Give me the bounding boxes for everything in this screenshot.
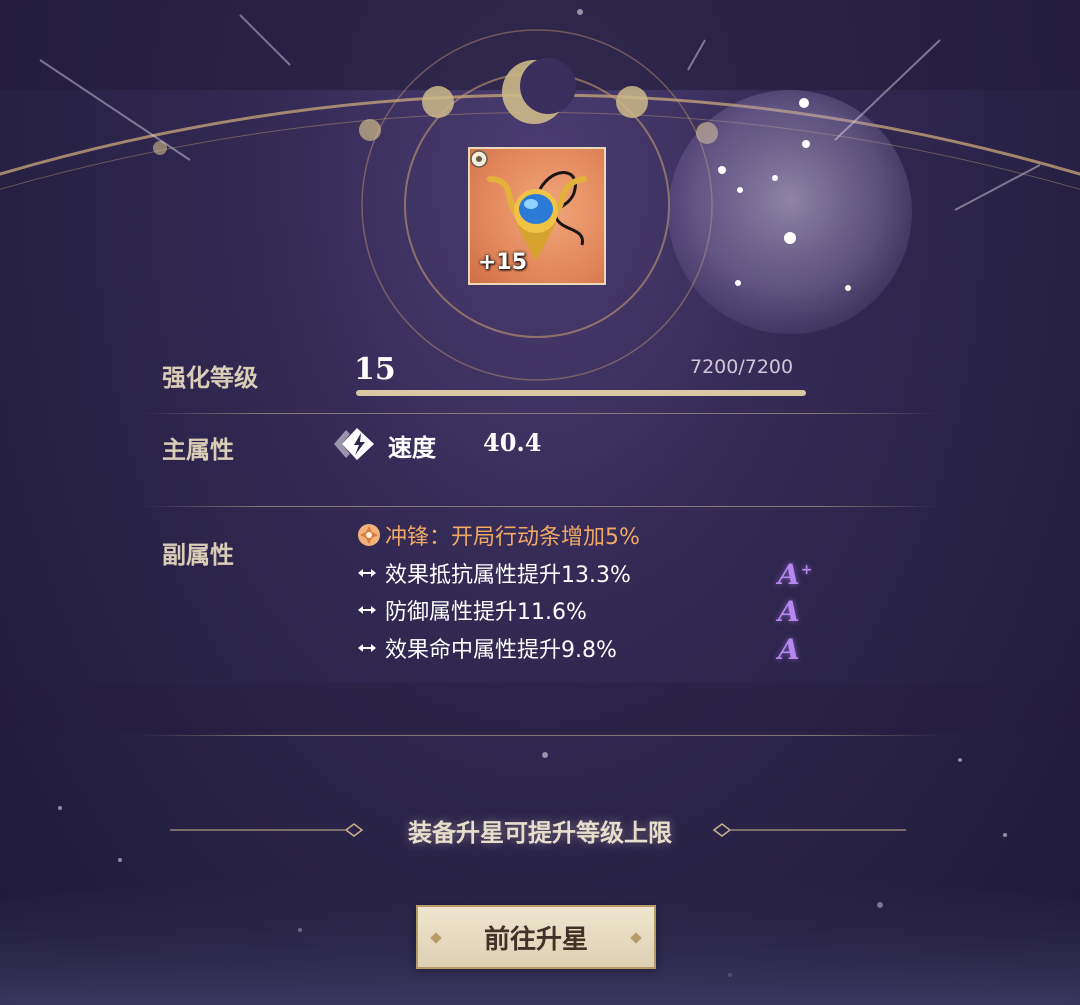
main-stat-name: 速度 xyxy=(388,433,436,462)
sub-stat-text: 防御属性提升11.6% xyxy=(385,600,587,625)
grade-icon: A+ xyxy=(778,558,813,591)
enhance-exp: 7200/7200 xyxy=(690,356,794,378)
enhance-level-value: 15 xyxy=(354,352,396,387)
enhance-level-label: 强化等级 xyxy=(162,363,258,392)
divider xyxy=(140,506,940,507)
grade-icon: A xyxy=(778,595,800,628)
grade-icon: A xyxy=(778,633,800,666)
speed-icon xyxy=(334,428,374,460)
go-star-up-label: 前往升星 xyxy=(483,924,588,955)
button-ornament-left xyxy=(430,932,442,944)
set-effect-row: 冲锋：开局行动条增加5% xyxy=(357,520,640,550)
sub-stat-row: 防御属性提升11.6% xyxy=(357,595,587,625)
set-effect-icon xyxy=(358,524,380,546)
double-arrow-icon xyxy=(358,569,376,577)
main-stat-value: 40.4 xyxy=(483,428,542,457)
double-arrow-icon xyxy=(358,606,376,614)
divider xyxy=(140,413,940,414)
sub-stat-row: 效果抵抗属性提升13.3% xyxy=(357,558,631,588)
go-star-up-button[interactable]: 前往升星 xyxy=(416,905,656,969)
divider xyxy=(140,735,940,736)
sub-stat-text: 效果命中属性提升9.8% xyxy=(385,638,617,663)
equipment-level-badge: +15 xyxy=(478,250,528,275)
double-arrow-icon xyxy=(358,644,376,652)
enhance-progress-bar xyxy=(356,390,806,396)
hint-ornament-right xyxy=(712,823,906,837)
main-stat-label: 主属性 xyxy=(162,435,234,464)
sub-stats-label: 副属性 xyxy=(162,540,234,569)
sub-stat-row: 效果命中属性提升9.8% xyxy=(357,633,617,663)
button-ornament-right xyxy=(630,932,642,944)
set-effect-text: 冲锋：开局行动条增加5% xyxy=(385,525,640,550)
sub-stat-text: 效果抵抗属性提升13.3% xyxy=(385,563,631,588)
equipment-card[interactable]: +15 xyxy=(468,147,606,285)
star-up-hint: 装备升星可提升等级上限 xyxy=(408,818,672,847)
